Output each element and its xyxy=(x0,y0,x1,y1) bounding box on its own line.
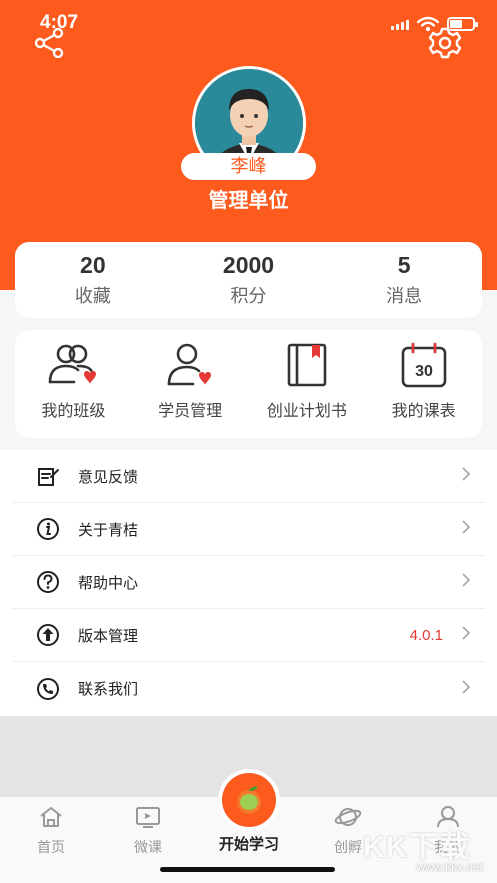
chevron-right-icon xyxy=(461,519,471,539)
status-bar: 4:07 xyxy=(0,10,497,40)
feature-business-plan[interactable]: 创业计划书 xyxy=(249,330,366,438)
calendar-schedule-icon: 30 xyxy=(401,342,446,388)
features-card: 我的班级 学员管理 创业计划书 30 我的课表 xyxy=(15,330,482,438)
share-icon[interactable] xyxy=(34,27,66,62)
stat-value: 5 xyxy=(397,252,411,278)
chevron-right-icon xyxy=(461,679,471,699)
stat-favorites[interactable]: 20 收藏 xyxy=(15,242,171,318)
menu-label: 帮助中心 xyxy=(78,573,139,592)
stat-label: 消息 xyxy=(386,286,423,307)
menu-item-version[interactable]: 版本管理 4.0.1 xyxy=(12,609,485,662)
chevron-right-icon xyxy=(461,572,471,592)
chevron-right-icon xyxy=(461,625,471,645)
stat-points[interactable]: 2000 积分 xyxy=(171,242,327,318)
menu-label: 意见反馈 xyxy=(78,467,139,486)
stat-label: 积分 xyxy=(230,286,267,307)
student-management-icon xyxy=(167,343,212,386)
feature-label: 我的班级 xyxy=(41,401,106,420)
stats-card: 20 收藏 2000 积分 5 消息 xyxy=(15,242,482,318)
tab-home[interactable]: 首页 xyxy=(21,805,81,857)
settings-gear-icon[interactable] xyxy=(428,26,462,64)
version-value: 4.0.1 xyxy=(409,626,443,644)
class-group-icon xyxy=(49,344,97,384)
cellular-signal-icon xyxy=(391,20,409,30)
help-icon xyxy=(34,568,62,596)
settings-menu: 意见反馈 关于青桔 帮助中心 版本管理 4.0.1 联系我们 xyxy=(0,450,497,716)
tab-label: 微课 xyxy=(134,840,162,856)
menu-item-help[interactable]: 帮助中心 xyxy=(12,556,485,609)
stat-label: 收藏 xyxy=(74,286,111,307)
business-plan-book-icon xyxy=(287,343,327,387)
orange-fruit-icon xyxy=(237,786,261,814)
menu-item-contact[interactable]: 联系我们 xyxy=(12,662,485,715)
home-indicator xyxy=(160,867,335,872)
user-name: 李峰 xyxy=(181,153,316,180)
stat-value: 20 xyxy=(80,252,106,278)
feature-label: 我的课表 xyxy=(391,401,456,420)
feature-my-class[interactable]: 我的班级 xyxy=(15,330,132,438)
feature-my-schedule[interactable]: 30 我的课表 xyxy=(365,330,482,438)
phone-icon xyxy=(34,675,62,703)
feature-label: 学员管理 xyxy=(158,401,223,420)
feedback-icon xyxy=(34,462,62,490)
menu-label: 版本管理 xyxy=(78,626,139,645)
planet-icon xyxy=(334,808,362,826)
stat-messages[interactable]: 5 消息 xyxy=(326,242,482,318)
tab-start-learning[interactable]: 开始学习 xyxy=(205,769,293,854)
info-icon xyxy=(34,515,62,543)
watermark-url: www.kkx.net xyxy=(416,860,483,874)
tab-micro-course[interactable]: 微课 xyxy=(118,805,178,857)
menu-label: 联系我们 xyxy=(78,680,139,698)
calendar-day: 30 xyxy=(415,363,433,380)
menu-item-about[interactable]: 关于青桔 xyxy=(12,503,485,556)
watermark: KK下载 www.kkx.net xyxy=(361,822,491,878)
micro-course-icon xyxy=(136,807,160,828)
stat-value: 2000 xyxy=(222,252,275,278)
home-icon xyxy=(40,807,62,827)
menu-item-feedback[interactable]: 意见反馈 xyxy=(12,450,485,503)
tab-label: 开始学习 xyxy=(218,835,279,853)
upgrade-icon xyxy=(34,621,62,649)
feature-label: 创业计划书 xyxy=(266,401,347,420)
feature-student-management[interactable]: 学员管理 xyxy=(132,330,249,438)
organization-label: 管理单位 xyxy=(208,188,289,212)
chevron-right-icon xyxy=(461,466,471,486)
tab-label: 首页 xyxy=(37,840,65,856)
menu-label: 关于青桔 xyxy=(78,520,139,539)
